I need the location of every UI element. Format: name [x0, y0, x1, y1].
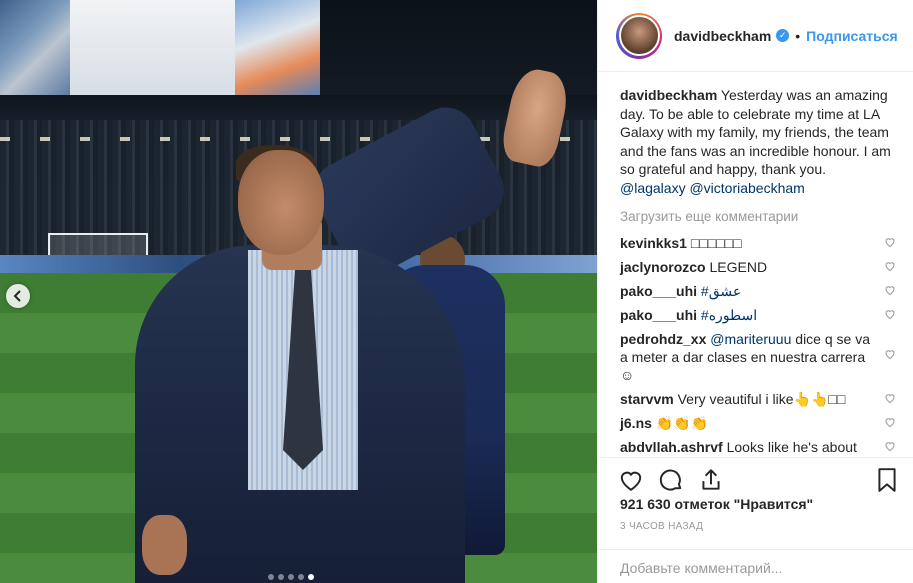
comment-row: j6.ns 👏👏👏 [620, 414, 896, 432]
avatar[interactable] [618, 15, 660, 56]
carousel-indicator [268, 574, 314, 580]
post-photo[interactable] [0, 0, 597, 583]
stadium-scoreboard [0, 0, 70, 95]
comment-text: □□□□□□ [690, 235, 742, 251]
comment-username[interactable]: pako___uhi [620, 283, 697, 299]
comment-text: 👏👏👏 [655, 415, 709, 431]
comment-username[interactable]: pako___uhi [620, 307, 697, 323]
post-side-panel: davidbeckham ✓ • Подписаться davidbeckha… [597, 0, 913, 583]
comment-row: pako___uhi #اسطوره [620, 306, 896, 324]
avatar-story-ring[interactable] [616, 12, 662, 59]
comment-username[interactable]: abdvllah.ashrvf [620, 439, 723, 455]
carousel-prev-button[interactable] [6, 284, 30, 308]
chevron-left-icon [13, 290, 21, 302]
post-header: davidbeckham ✓ • Подписаться [598, 0, 913, 72]
lower-hand [142, 515, 187, 575]
follow-button[interactable]: Подписаться [806, 28, 898, 44]
comment-mention[interactable]: @mariteruuu [710, 331, 791, 347]
carousel-dot[interactable] [288, 574, 294, 580]
small-heart-icon[interactable] [884, 392, 896, 404]
small-heart-icon[interactable] [884, 284, 896, 296]
carousel-dot[interactable] [268, 574, 274, 580]
comment-hashtag[interactable]: #عشق [701, 283, 741, 299]
comment-username[interactable]: starvvm [620, 391, 674, 407]
stadium-screen [70, 0, 235, 95]
carousel-dot[interactable] [278, 574, 284, 580]
stadium-banner [235, 0, 320, 95]
comment-row: pako___uhi #عشق [620, 282, 896, 300]
heart-icon[interactable] [618, 467, 644, 493]
header-username[interactable]: davidbeckham [674, 28, 771, 44]
comment-row: kevinkks1 □□□□□□ [620, 234, 896, 252]
caption-mention[interactable]: @victoriabeckham [689, 180, 804, 196]
comment-bubble-icon[interactable] [658, 467, 684, 493]
small-heart-icon[interactable] [884, 236, 896, 248]
comment-row: pedrohdz_xx @mariteruuu dice q se va a m… [620, 330, 896, 384]
caption-mention[interactable]: @lagalaxy [620, 180, 686, 196]
man-head [238, 150, 324, 255]
comments-list[interactable]: davidbeckham Yesterday was an amazing da… [598, 72, 913, 457]
carousel-dot-active[interactable] [308, 574, 314, 580]
comment-row: jaclynorozco LEGEND [620, 258, 896, 276]
small-heart-icon[interactable] [884, 416, 896, 428]
post-actions-bar [598, 457, 913, 497]
small-heart-icon[interactable] [884, 308, 896, 320]
verified-badge-icon: ✓ [776, 29, 790, 42]
add-comment-bar [598, 549, 913, 583]
comment-username[interactable]: jaclynorozco [620, 259, 706, 275]
comment-text: Looks like he's about [726, 439, 857, 455]
load-more-comments[interactable]: Загрузить еще комментарии [620, 209, 896, 224]
add-comment-input[interactable] [620, 560, 870, 576]
small-heart-icon[interactable] [884, 440, 896, 452]
small-heart-icon[interactable] [884, 348, 896, 360]
bookmark-icon[interactable] [874, 467, 900, 493]
carousel-dot[interactable] [298, 574, 304, 580]
share-icon[interactable] [698, 467, 724, 493]
caption-username[interactable]: davidbeckham [620, 87, 717, 103]
post-caption: davidbeckham Yesterday was an amazing da… [620, 86, 896, 197]
small-heart-icon[interactable] [884, 260, 896, 272]
likes-count[interactable]: 921 630 отметок "Нравится" [620, 496, 813, 512]
post-timestamp[interactable]: 3 ЧАСОВ НАЗАД [620, 521, 703, 532]
comment-username[interactable]: pedrohdz_xx [620, 331, 706, 347]
comment-username[interactable]: j6.ns [620, 415, 652, 431]
comment-row: abdvllah.ashrvf Looks like he's about [620, 438, 896, 456]
header-separator: • [795, 27, 801, 44]
comment-username[interactable]: kevinkks1 [620, 235, 687, 251]
comment-text: Very veautiful i like👆👆□□ [677, 391, 846, 407]
comment-row: starvvm Very veautiful i like👆👆□□ [620, 390, 896, 408]
comment-hashtag[interactable]: #اسطوره [701, 307, 757, 323]
comment-text: LEGEND [709, 259, 768, 275]
